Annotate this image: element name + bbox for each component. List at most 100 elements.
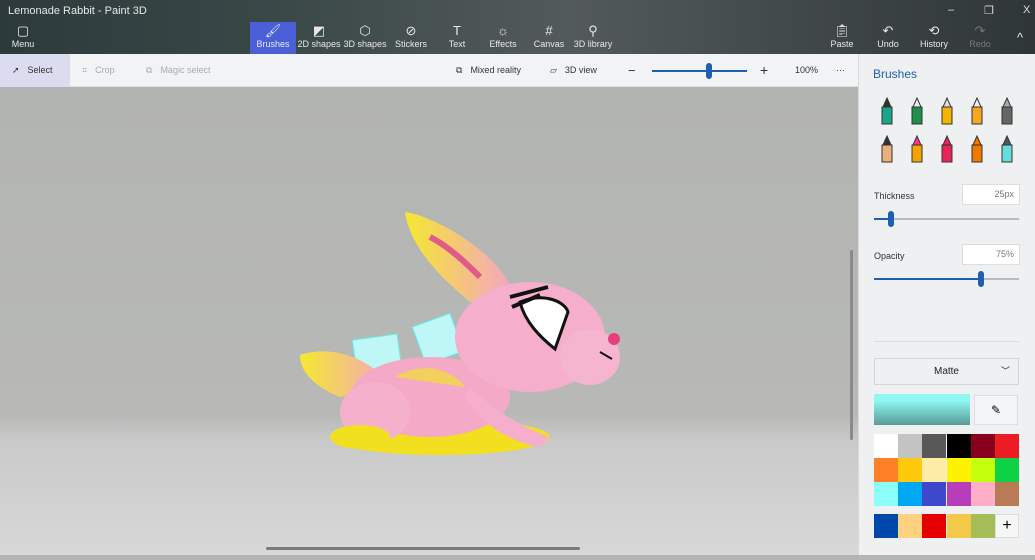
zoom-slider-thumb[interactable] bbox=[706, 63, 712, 79]
color-swatch[interactable] bbox=[995, 482, 1019, 506]
select-button[interactable]: ➚ Select bbox=[0, 54, 70, 87]
opacity-label: Opacity bbox=[874, 251, 905, 261]
color-swatch[interactable] bbox=[898, 434, 923, 458]
tab-3d-shapes[interactable]: ⬡ 3D shapes bbox=[342, 22, 388, 54]
mixed-reality-icon: ⧉ bbox=[456, 65, 463, 75]
custom-color-swatch[interactable] bbox=[874, 514, 898, 538]
color-swatch[interactable] bbox=[970, 482, 995, 506]
eyedropper-icon: ✎ bbox=[990, 403, 1002, 417]
custom-color-swatch[interactable] bbox=[970, 514, 995, 538]
history-icon: ⟲ bbox=[928, 23, 940, 38]
thickness-input[interactable]: 25px bbox=[962, 184, 1020, 205]
tab-label: Effects bbox=[489, 39, 517, 49]
mixed-reality-label: Mixed reality bbox=[470, 65, 521, 75]
rabbit-model[interactable] bbox=[0, 87, 858, 555]
zoom-slider[interactable] bbox=[652, 63, 747, 79]
brushes-panel: Brushes Thickness 25px Opacity 75% Matte… bbox=[858, 54, 1035, 555]
redo-label: Redo bbox=[969, 39, 991, 49]
color-swatch[interactable] bbox=[874, 458, 898, 482]
tab-label: 3D shapes bbox=[343, 39, 387, 49]
color-swatch[interactable] bbox=[874, 482, 898, 506]
color-swatch[interactable] bbox=[946, 434, 971, 458]
opacity-input[interactable]: 75% bbox=[962, 244, 1020, 265]
collapse-ribbon-button[interactable]: ^ bbox=[1006, 22, 1034, 54]
tab-text[interactable]: T Text bbox=[434, 22, 480, 54]
sticker-icon: ⊘ bbox=[405, 23, 417, 38]
undo-button[interactable]: ↶ Undo bbox=[865, 22, 911, 54]
color-swatch[interactable] bbox=[874, 434, 898, 458]
tab-label: 3D library bbox=[573, 39, 613, 49]
color-swatch[interactable] bbox=[995, 434, 1019, 458]
crop-icon: ⌗ bbox=[82, 65, 88, 75]
canvas[interactable] bbox=[0, 87, 858, 555]
more-button[interactable]: ··· bbox=[836, 54, 845, 87]
divider bbox=[874, 341, 1019, 342]
oil-brush-brush-icon[interactable] bbox=[935, 96, 959, 126]
minimize-button[interactable]: – bbox=[948, 4, 954, 16]
custom-color-swatch[interactable] bbox=[898, 514, 923, 538]
color-swatch[interactable] bbox=[922, 458, 947, 482]
zoom-value[interactable]: 100% bbox=[795, 54, 818, 87]
vertical-scrollbar[interactable] bbox=[850, 250, 853, 440]
magic-select-button[interactable]: ⧉ Magic select bbox=[146, 54, 210, 87]
magic-select-label: Magic select bbox=[160, 65, 211, 75]
color-swatch[interactable] bbox=[898, 482, 923, 506]
cube-icon: ⬡ bbox=[359, 23, 371, 38]
color-swatch[interactable] bbox=[995, 458, 1019, 482]
redo-button[interactable]: ↷ Redo bbox=[957, 22, 1003, 54]
color-swatch[interactable] bbox=[898, 458, 923, 482]
pencil-brush-icon[interactable] bbox=[875, 134, 899, 164]
title-and-ribbon: Lemonade Rabbit - Paint 3D – ❐ X ▢ Menu 🖌… bbox=[0, 0, 1035, 54]
close-button[interactable]: X bbox=[1023, 4, 1030, 16]
tab-effects[interactable]: ☼ Effects bbox=[480, 22, 526, 54]
redo-icon: ↷ bbox=[974, 23, 986, 38]
fill-brush-icon[interactable] bbox=[995, 134, 1019, 164]
color-swatch[interactable] bbox=[946, 458, 971, 482]
paste-button[interactable]: 📋︎ Paste bbox=[819, 22, 865, 54]
thickness-slider[interactable] bbox=[874, 211, 1019, 227]
tab-brushes[interactable]: 🖌︎ Brushes bbox=[250, 22, 296, 54]
opacity-thumb[interactable] bbox=[978, 271, 985, 287]
eyedropper-button[interactable]: ✎ bbox=[974, 395, 1018, 425]
crop-button[interactable]: ⌗ Crop bbox=[82, 54, 115, 87]
tab-stickers[interactable]: ⊘ Stickers bbox=[388, 22, 434, 54]
menu-button[interactable]: ▢ Menu bbox=[0, 22, 46, 54]
mixed-reality-button[interactable]: ⧉ Mixed reality bbox=[456, 54, 521, 87]
tab-label: Brushes bbox=[256, 39, 290, 49]
finish-dropdown[interactable]: Matte ﹀ bbox=[874, 358, 1019, 385]
color-swatch[interactable] bbox=[946, 482, 971, 506]
chevron-down-icon: ﹀ bbox=[1000, 366, 1010, 376]
current-color[interactable] bbox=[874, 394, 970, 425]
custom-color-swatch[interactable] bbox=[922, 514, 947, 538]
tab-3d-library[interactable]: ⚲ 3D library bbox=[570, 22, 616, 54]
pixel-pen-brush-icon[interactable] bbox=[995, 96, 1019, 126]
zoom-out-button[interactable]: − bbox=[628, 54, 636, 87]
opacity-slider[interactable] bbox=[874, 271, 1019, 287]
color-swatch[interactable] bbox=[970, 434, 995, 458]
color-swatch[interactable] bbox=[922, 482, 947, 506]
color-swatch[interactable] bbox=[922, 434, 947, 458]
add-color-button[interactable]: + bbox=[995, 514, 1019, 538]
calligraphy-pen-brush-icon[interactable] bbox=[905, 96, 929, 126]
text-icon: T bbox=[453, 23, 461, 38]
crayon-brush-icon[interactable] bbox=[935, 134, 959, 164]
custom-color-swatch[interactable] bbox=[946, 514, 971, 538]
thickness-thumb[interactable] bbox=[888, 211, 895, 227]
3d-view-button[interactable]: ▱ 3D view bbox=[550, 54, 597, 87]
horizontal-scrollbar[interactable] bbox=[266, 547, 580, 550]
zoom-in-button[interactable]: + bbox=[760, 54, 768, 87]
spray-can-brush-icon[interactable] bbox=[965, 134, 989, 164]
tab-canvas[interactable]: # Canvas bbox=[526, 22, 572, 54]
paste-label: Paste bbox=[830, 39, 854, 49]
marker-brush-icon[interactable] bbox=[875, 96, 899, 126]
maximize-button[interactable]: ❐ bbox=[984, 4, 994, 17]
brush-icon: 🖌︎ bbox=[264, 23, 282, 38]
cursor-icon: ➚ bbox=[12, 65, 20, 75]
history-button[interactable]: ⟲ History bbox=[911, 22, 957, 54]
watercolor-brush-icon[interactable] bbox=[965, 96, 989, 126]
color-swatch[interactable] bbox=[970, 458, 995, 482]
3d-view-label: 3D view bbox=[564, 65, 597, 75]
2d-shapes-icon: ◩ bbox=[312, 23, 326, 38]
eraser-brush-icon[interactable] bbox=[905, 134, 929, 164]
tab-2d-shapes[interactable]: ◩ 2D shapes bbox=[296, 22, 342, 54]
